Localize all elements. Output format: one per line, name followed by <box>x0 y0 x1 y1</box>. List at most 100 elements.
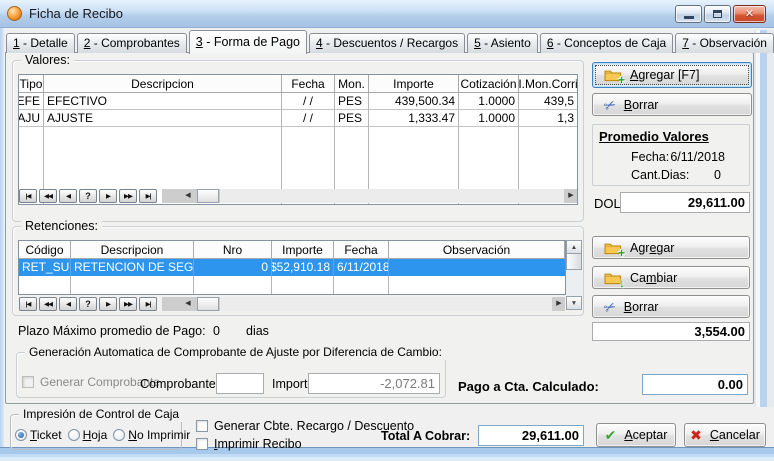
dol-label: DOL <box>594 196 621 211</box>
cell[interactable]: 1,3 <box>519 110 577 127</box>
scrollbar-track[interactable] <box>566 270 582 296</box>
selected-cell[interactable]: RETENCION DE SEGURID <box>71 259 194 276</box>
impresion-group: Impresión de Control de Caja Ticket Hoja… <box>10 414 182 450</box>
nav-next-button[interactable]: ▶ <box>99 189 117 203</box>
column-header: Mon. <box>335 75 369 93</box>
cell[interactable]: 1.0000 <box>459 93 519 110</box>
tab-6-conceptos-de-caja[interactable]: 6 - Conceptos de Caja <box>540 33 673 53</box>
nav-prev-button[interactable]: ◀ <box>59 189 77 203</box>
titlebar[interactable]: Ficha de Recibo ✕ <box>0 0 774 28</box>
scrollbar-thumb[interactable] <box>197 297 219 311</box>
radio-icon <box>15 429 27 441</box>
retenciones-vscrollbar[interactable]: ▲ ▼ <box>566 240 582 310</box>
nav-last-button[interactable]: ▶| <box>139 297 157 311</box>
cell[interactable]: EFECTIVO <box>44 93 282 110</box>
nav-help-button[interactable]: ? <box>79 189 97 203</box>
borrar-retencion-label: Borrar <box>624 300 659 314</box>
agregar-valor-button[interactable]: + Agregar [F7] <box>592 62 752 88</box>
scroll-right-icon[interactable]: ▶ <box>553 297 565 311</box>
tab-3-forma-de-pago[interactable]: 3 - Forma de Pago <box>189 30 307 54</box>
impresion-options: Ticket Hoja No Imprimir <box>15 428 190 442</box>
minimize-button[interactable] <box>675 5 702 23</box>
generar-comprobante-checkbox[interactable] <box>22 376 34 388</box>
selected-cell[interactable]: RET_SUSS <box>19 259 71 276</box>
horizontal-scrollbar[interactable]: ◀ ▶ <box>162 189 577 203</box>
scrollbar-track[interactable] <box>220 189 564 203</box>
nav-prev-button[interactable]: ◀ <box>59 297 77 311</box>
radio-hoja[interactable]: Hoja <box>68 428 108 442</box>
cambiar-retencion-label: Cambiar <box>630 271 677 285</box>
pago-cta-field[interactable] <box>642 374 748 395</box>
empty-cell <box>389 276 565 294</box>
column-header: Cotización <box>459 75 519 93</box>
pago-cta-label: Pago a Cta. Calculado: <box>458 379 599 394</box>
scroll-left-icon[interactable]: ◀ <box>182 189 194 203</box>
tab-2-comprobantes[interactable]: 2 - Comprobantes <box>77 33 187 53</box>
plus-badge-icon: + <box>618 247 625 259</box>
cell[interactable]: AJUSTE <box>44 110 282 127</box>
tab-5-asiento[interactable]: 5 - Asiento <box>467 33 538 53</box>
plazo-value: 0 <box>213 324 220 338</box>
cancelar-button[interactable]: ✖ Cancelar <box>684 423 766 447</box>
borrar-retencion-button[interactable]: ✂ Borrar <box>592 295 750 318</box>
aceptar-button[interactable]: ✔ Aceptar <box>596 423 676 447</box>
cell[interactable]: PES <box>335 110 369 127</box>
radio-no-imprimir[interactable]: No Imprimir <box>113 428 190 442</box>
cell[interactable]: 1,333.47 <box>369 110 459 127</box>
scrollbar-thumb[interactable] <box>197 189 219 203</box>
promedio-fecha-label: Fecha: <box>631 150 669 164</box>
valores-table[interactable]: Tipo Descripcion Fecha Mon. Importe Coti… <box>18 74 578 205</box>
selected-cell[interactable] <box>389 259 565 276</box>
scrollbar-thumb[interactable] <box>566 254 582 270</box>
selected-cell[interactable]: 6/11/2018 <box>334 259 389 276</box>
comprobante-field[interactable] <box>216 373 264 394</box>
total-a-cobrar-label: Total A Cobrar: <box>381 429 470 443</box>
agregar-retencion-label: Agregar <box>630 241 674 255</box>
nav-first-button[interactable]: |◀ <box>19 297 37 311</box>
nav-help-button[interactable]: ? <box>79 297 97 311</box>
nav-fastprev-button[interactable]: ◀◀ <box>39 297 57 311</box>
scroll-right-icon[interactable]: ▶ <box>565 189 577 203</box>
imprimir-recibo-checkbox[interactable] <box>196 438 208 450</box>
scroll-left-icon[interactable]: ◀ <box>182 297 194 311</box>
nav-fastnext-button[interactable]: ▶▶ <box>119 189 137 203</box>
cell[interactable]: EFE <box>19 93 44 110</box>
cell[interactable]: AJU <box>19 110 44 127</box>
maximize-button[interactable] <box>704 5 731 23</box>
agregar-retencion-button[interactable]: + Agregar <box>592 236 750 259</box>
selected-cell[interactable]: 0 <box>194 259 272 276</box>
borrar-valor-button[interactable]: ✂ Borrar <box>592 93 752 116</box>
scroll-up-icon[interactable]: ▲ <box>566 240 582 254</box>
cell[interactable]: 439,500.34 <box>369 93 459 110</box>
total-a-cobrar-field[interactable] <box>478 425 584 446</box>
importe-ajuste-field[interactable] <box>308 373 440 394</box>
scrollbar-track[interactable] <box>220 297 552 311</box>
cell[interactable]: 439,5 <box>519 93 577 110</box>
cell[interactable]: / / <box>282 110 335 127</box>
tab-1-detalle[interactable]: 1 - Detalle <box>6 33 75 53</box>
scroll-down-icon[interactable]: ▼ <box>566 296 582 310</box>
dol-amount-field[interactable] <box>620 192 750 213</box>
cell[interactable]: 1.0000 <box>459 110 519 127</box>
column-header: Código <box>19 241 71 259</box>
selected-cell[interactable]: $52,910.18 <box>272 259 334 276</box>
tab-4-descuentos-recargos[interactable]: 4 - Descuentos / Recargos <box>309 33 465 53</box>
cell[interactable]: / / <box>282 93 335 110</box>
nav-next-button[interactable]: ▶ <box>99 297 117 311</box>
retenciones-total-field[interactable] <box>592 322 750 341</box>
cell[interactable]: PES <box>335 93 369 110</box>
radio-ticket[interactable]: Ticket <box>15 428 62 442</box>
nav-last-button[interactable]: ▶| <box>139 189 157 203</box>
generar-cbte-checkbox[interactable] <box>196 420 208 432</box>
tab-7-observacion[interactable]: 7 - Observación <box>675 33 774 53</box>
cambiar-retencion-button[interactable]: ↓ Cambiar <box>592 266 750 289</box>
retenciones-table[interactable]: Código Descripcion Nro Importe Fecha Obs… <box>18 240 566 295</box>
scissors-icon: ✂ <box>602 298 619 316</box>
comprobante-label: Comprobante: <box>140 377 219 391</box>
horizontal-scrollbar[interactable]: ◀ ▶ <box>162 297 565 311</box>
nav-first-button[interactable]: |◀ <box>19 189 37 203</box>
nav-fastprev-button[interactable]: ◀◀ <box>39 189 57 203</box>
close-button[interactable]: ✕ <box>733 5 766 23</box>
column-header: Observación <box>389 241 565 259</box>
nav-fastnext-button[interactable]: ▶▶ <box>119 297 137 311</box>
